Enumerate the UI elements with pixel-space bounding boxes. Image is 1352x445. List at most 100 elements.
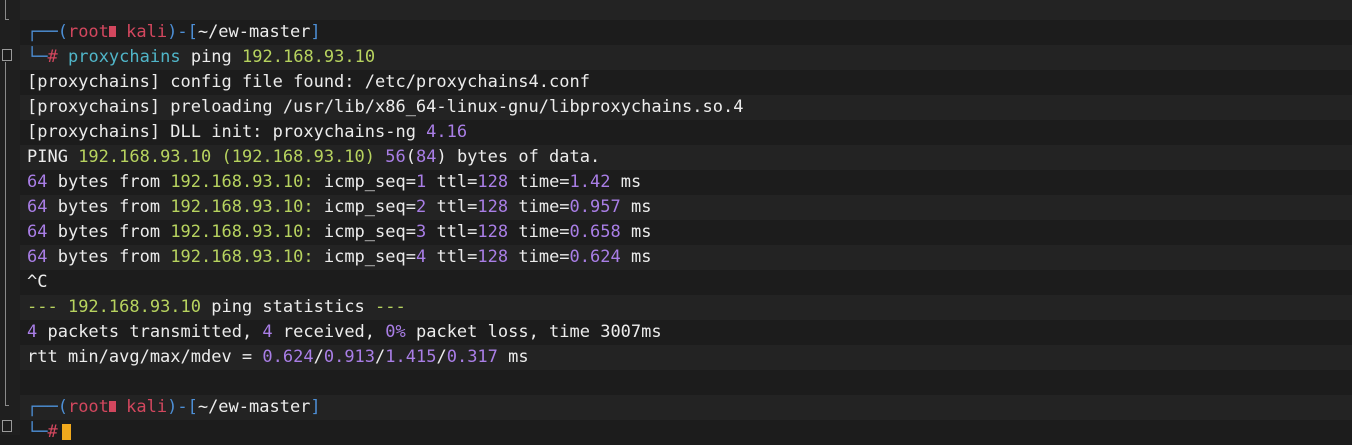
number: 64: [27, 172, 48, 192]
fold-toggle-icon[interactable]: [2, 420, 12, 432]
blank-line: [20, 370, 1352, 395]
interrupt-text: ^C: [27, 272, 48, 292]
output-text: ) bytes of data.: [436, 147, 601, 167]
output-text: time=: [508, 222, 570, 242]
number: 4: [415, 247, 427, 267]
output-text: ms: [620, 222, 652, 242]
number: 128: [477, 197, 509, 217]
skull-icon: [108, 401, 116, 412]
ip-address: 192.168.93.10:: [170, 247, 314, 267]
number: 128: [477, 172, 509, 192]
output-text: icmp_seq=: [313, 172, 416, 192]
version-number: 4.16: [426, 122, 468, 142]
interrupt-line: ^C: [20, 270, 1352, 295]
command-arg: ping: [190, 47, 232, 67]
output-line: [proxychains] config file found: /etc/pr…: [20, 70, 1352, 95]
prompt-host: kali: [126, 22, 168, 42]
prompt-frame: └─: [27, 47, 48, 67]
output-text: (: [405, 147, 416, 167]
fold-guide-tick: [5, 405, 9, 406]
output-text: icmp_seq=: [313, 247, 416, 267]
prompt-frame: )-[: [167, 397, 198, 417]
separator: /: [436, 347, 447, 367]
prompt-frame: ]: [310, 22, 321, 42]
output-text: icmp_seq=: [313, 197, 416, 217]
ip-address: 192.168.93.10: [67, 297, 202, 317]
ip-address: 192.168.93.10: [78, 147, 212, 167]
output-text: bytes from: [47, 172, 171, 192]
output-text: ms: [497, 347, 529, 367]
ping-reply-line: 64 bytes from 192.168.93.10: icmp_seq=4 …: [20, 245, 1352, 270]
editor-gutter: [0, 0, 20, 435]
prompt-header-line: ┌──(root kali)-[~/ew-master]: [20, 395, 1352, 420]
prompt-frame: └─: [27, 422, 48, 442]
output-text: time=: [508, 172, 570, 192]
prompt-user: root: [67, 397, 109, 417]
terminal-output[interactable]: ┌──(root kali)-[~/ew-master] └─# proxych…: [20, 0, 1352, 445]
separator: /: [375, 347, 386, 367]
number: 4: [262, 322, 273, 342]
output-text: ttl=: [426, 197, 478, 217]
number: 1.42: [569, 172, 611, 192]
ping-reply-line: 64 bytes from 192.168.93.10: icmp_seq=3 …: [20, 220, 1352, 245]
output-text: DLL init: proxychains-ng: [160, 122, 427, 142]
number: 4: [27, 322, 38, 342]
number: 1: [415, 172, 427, 192]
prompt-user: root: [67, 22, 109, 42]
summary-line: 4 packets transmitted, 4 received, 0% pa…: [20, 320, 1352, 345]
output-line: [proxychains] DLL init: proxychains-ng 4…: [20, 120, 1352, 145]
skull-icon: [108, 26, 116, 37]
stats-dashes: ---: [375, 297, 406, 317]
output-text: ping statistics: [201, 297, 376, 317]
number: 0.957: [569, 197, 621, 217]
active-command-line[interactable]: └─#: [20, 420, 1352, 445]
output-text: received,: [272, 322, 386, 342]
proxychains-tag: [proxychains]: [27, 122, 161, 142]
output-text: time=: [508, 197, 570, 217]
command-target: 192.168.93.10: [242, 47, 376, 67]
output-text: bytes from: [47, 222, 171, 242]
output-text: packet loss, time 3007ms: [405, 322, 662, 342]
output-line: PING 192.168.93.10 (192.168.93.10) 56(84…: [20, 145, 1352, 170]
number: 0.624: [569, 247, 621, 267]
ip-address: (192.168.93.10): [211, 147, 386, 167]
prompt-frame: ┌──(: [27, 397, 68, 417]
ping-reply-line: 64 bytes from 192.168.93.10: icmp_seq=1 …: [20, 170, 1352, 195]
output-text: preloading /usr/lib/x86_64-linux-gnu/lib…: [160, 97, 744, 117]
stats-header-line: --- 192.168.93.10 ping statistics ---: [20, 295, 1352, 320]
number: 64: [27, 247, 48, 267]
fold-guide-line: [5, 62, 6, 406]
ip-address: 192.168.93.10:: [170, 172, 314, 192]
output-text: config file found: /etc/proxychains4.con…: [160, 72, 590, 92]
number: 128: [477, 222, 509, 242]
number: 84: [415, 147, 437, 167]
text-cursor[interactable]: [61, 424, 71, 440]
number: 0.913: [323, 347, 376, 367]
number: 0.624: [262, 347, 314, 367]
number: 0.317: [446, 347, 498, 367]
output-text: ms: [620, 247, 652, 267]
output-text: rtt min/avg/max/mdev =: [27, 347, 263, 367]
number: 64: [27, 222, 48, 242]
output-text: PING: [27, 147, 79, 167]
command-line: └─# proxychains ping 192.168.93.10: [20, 45, 1352, 70]
number: 0.658: [569, 222, 621, 242]
rtt-line: rtt min/avg/max/mdev = 0.624/0.913/1.415…: [20, 345, 1352, 370]
prompt-host: kali: [126, 397, 168, 417]
output-text: ms: [620, 197, 652, 217]
ip-address: 192.168.93.10:: [170, 197, 314, 217]
prompt-path: ~/ew-master: [197, 22, 311, 42]
fold-toggle-icon[interactable]: [2, 49, 12, 61]
fold-guide-tick: [5, 19, 9, 20]
ping-reply-line: 64 bytes from 192.168.93.10: icmp_seq=2 …: [20, 195, 1352, 220]
prompt-hash: #: [47, 422, 58, 442]
command-name: proxychains: [67, 47, 181, 67]
output-text: ms: [610, 172, 642, 192]
output-text: ttl=: [426, 222, 478, 242]
number: 3: [415, 222, 427, 242]
number: 128: [477, 247, 509, 267]
output-text: bytes from: [47, 197, 171, 217]
number: 1.415: [385, 347, 437, 367]
output-text: time=: [508, 247, 570, 267]
number: 64: [27, 197, 48, 217]
